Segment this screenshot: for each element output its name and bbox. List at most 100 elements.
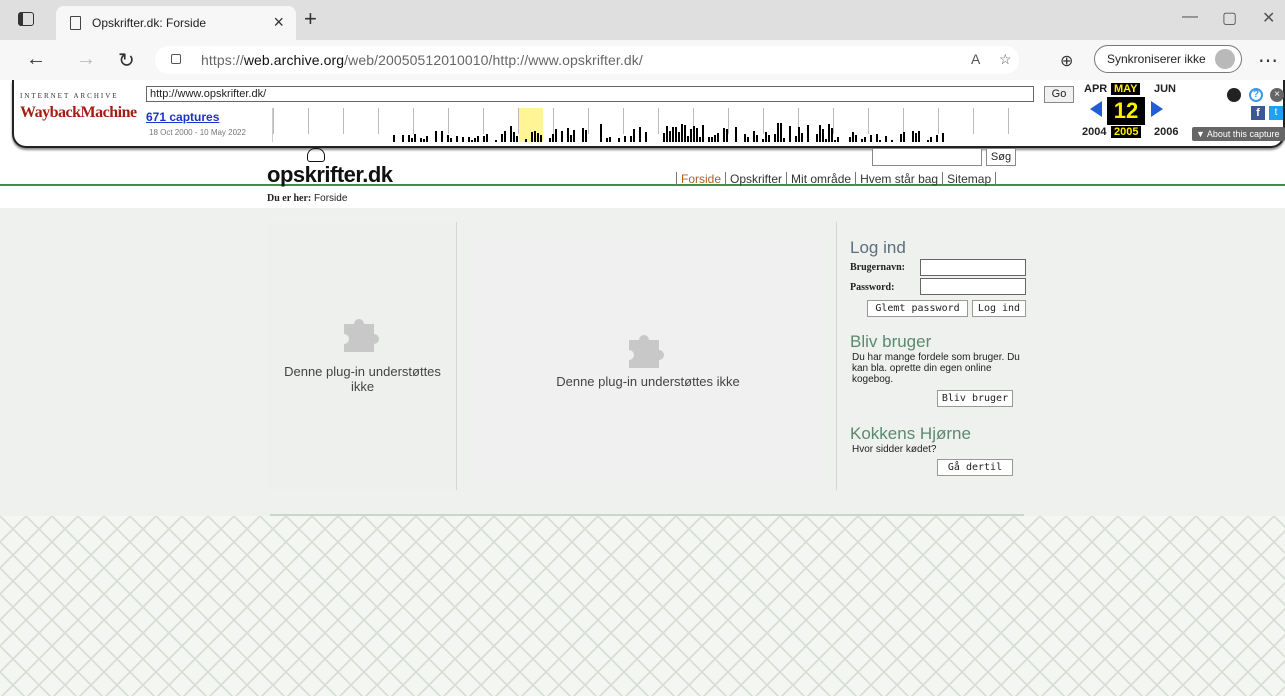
site-header: opskrifter.dk Søg Forside Opskrifter Mit o… — [0, 148, 1285, 188]
avatar — [1215, 49, 1235, 69]
captures-link[interactable]: 671 captures — [146, 110, 219, 124]
site-search-input[interactable] — [872, 148, 982, 166]
capture-bar — [930, 137, 932, 142]
site-search-button[interactable]: Søg — [986, 148, 1016, 166]
capture-bar — [426, 136, 428, 142]
capture-bar — [861, 139, 863, 142]
address-bar-row: ← → ↻ https://web.archive.org/web/200505… — [0, 40, 1285, 80]
chef-hat-icon — [307, 148, 325, 162]
next-year[interactable]: 2006 — [1154, 126, 1178, 138]
capture-bar — [936, 135, 938, 142]
kokkens-button[interactable]: Gå dertil — [937, 459, 1013, 476]
capture-bar — [780, 123, 782, 142]
capture-bar — [609, 137, 611, 142]
capture-bar — [486, 134, 488, 142]
close-toolbar-icon[interactable]: × — [1270, 88, 1284, 102]
prev-month[interactable]: APR — [1084, 83, 1107, 95]
forward-icon[interactable]: → — [76, 48, 96, 71]
user-icon[interactable] — [1227, 88, 1241, 102]
username-input[interactable] — [920, 259, 1026, 276]
capture-bar — [684, 125, 686, 142]
facebook-icon[interactable]: f — [1251, 106, 1265, 120]
capture-bar — [585, 130, 587, 142]
capture-bar — [777, 123, 779, 142]
capture-bar — [624, 136, 626, 142]
nav-forside[interactable]: Forside — [676, 172, 726, 186]
capture-bar — [573, 130, 575, 142]
close-window-icon[interactable]: ✕ — [1262, 8, 1275, 28]
site-logo[interactable]: opskrifter.dk — [267, 162, 393, 188]
capture-bar — [666, 126, 668, 142]
capture-bar — [474, 138, 476, 142]
capture-bar — [693, 126, 695, 142]
forgot-password-button[interactable]: Glemt password — [867, 300, 968, 317]
capture-bar — [510, 126, 512, 142]
back-icon[interactable]: ← — [26, 48, 46, 71]
capture-bar — [690, 129, 692, 142]
background-pattern — [0, 516, 1285, 696]
capture-bar — [819, 125, 821, 142]
nav-mit-omrade[interactable]: Mit område — [786, 172, 856, 186]
capture-bar — [423, 139, 425, 142]
kokkens-heading: Kokkens Hjørne — [850, 424, 971, 443]
capture-bar — [942, 133, 944, 142]
nav-opskrifter[interactable]: Opskrifter — [725, 172, 787, 186]
favorite-icon[interactable]: ☆ — [999, 51, 1012, 68]
capture-bar — [735, 127, 737, 142]
tab-actions-icon[interactable] — [18, 12, 34, 26]
address-field[interactable]: https://web.archive.org/web/200505120100… — [155, 46, 1019, 74]
capture-bar — [747, 137, 749, 142]
nav-sitemap[interactable]: Sitemap — [942, 172, 997, 186]
close-tab-icon[interactable]: × — [273, 12, 284, 33]
prev-capture-arrow-icon[interactable] — [1090, 101, 1102, 117]
capture-bar — [663, 133, 665, 142]
capture-bar — [468, 137, 470, 142]
capture-bar — [885, 136, 887, 142]
more-icon[interactable]: ⋯ — [1258, 48, 1278, 73]
refresh-icon[interactable]: ↻ — [118, 48, 135, 73]
capture-bar — [441, 131, 443, 142]
capture-bar — [774, 134, 776, 142]
signup-button[interactable]: Bliv bruger — [937, 390, 1013, 407]
next-month[interactable]: JUN — [1154, 83, 1176, 95]
login-button[interactable]: Log ind — [972, 300, 1026, 317]
capture-bar — [513, 132, 515, 142]
site-info-icon[interactable] — [171, 54, 181, 64]
capture-bar — [675, 127, 677, 142]
prev-year[interactable]: 2004 — [1082, 126, 1106, 138]
next-capture-arrow-icon[interactable] — [1151, 101, 1163, 117]
year-divider — [378, 108, 379, 134]
capture-bar — [783, 138, 785, 142]
breadcrumb-current[interactable]: Forside — [314, 193, 347, 204]
capture-bar — [834, 140, 836, 142]
capture-bar — [477, 136, 479, 142]
capture-bar — [870, 135, 872, 142]
profile-sync-button[interactable]: Synkroniserer ikke — [1094, 45, 1242, 73]
tab-title: Opskrifter.dk: Forside — [92, 16, 207, 30]
nav-hvem-star-bag[interactable]: Hvem står bag — [855, 172, 943, 186]
wayback-go-button[interactable]: Go — [1044, 86, 1074, 103]
current-month: MAY — [1111, 83, 1141, 95]
browser-tab[interactable]: Opskrifter.dk: Forside × — [56, 6, 296, 40]
capture-sparkline[interactable] — [272, 108, 1042, 142]
puzzle-piece-icon — [344, 319, 379, 352]
wayback-logo[interactable]: WaybackMachine — [20, 104, 137, 122]
help-icon[interactable]: ? — [1249, 88, 1263, 102]
capture-bar — [756, 135, 758, 142]
minimize-icon[interactable]: — — [1182, 8, 1198, 26]
read-aloud-icon[interactable]: A — [971, 51, 980, 67]
capture-bar — [414, 134, 416, 142]
wayback-url-input[interactable]: http://www.opskrifter.dk/ — [146, 86, 1034, 102]
twitter-icon[interactable]: t — [1269, 106, 1283, 120]
capture-bar — [726, 129, 728, 142]
capture-bar — [753, 131, 755, 142]
collections-icon[interactable]: ⊕ — [1060, 51, 1073, 71]
capture-bar — [681, 124, 683, 142]
new-tab-icon[interactable]: + — [304, 6, 317, 32]
address-text: https://web.archive.org/web/200505120100… — [201, 52, 643, 68]
password-input[interactable] — [920, 278, 1026, 295]
capture-bar — [540, 135, 542, 142]
about-capture-button[interactable]: ▼ About this capture — [1192, 127, 1285, 141]
restore-icon[interactable]: ▢ — [1222, 8, 1237, 28]
year-divider — [658, 108, 659, 134]
